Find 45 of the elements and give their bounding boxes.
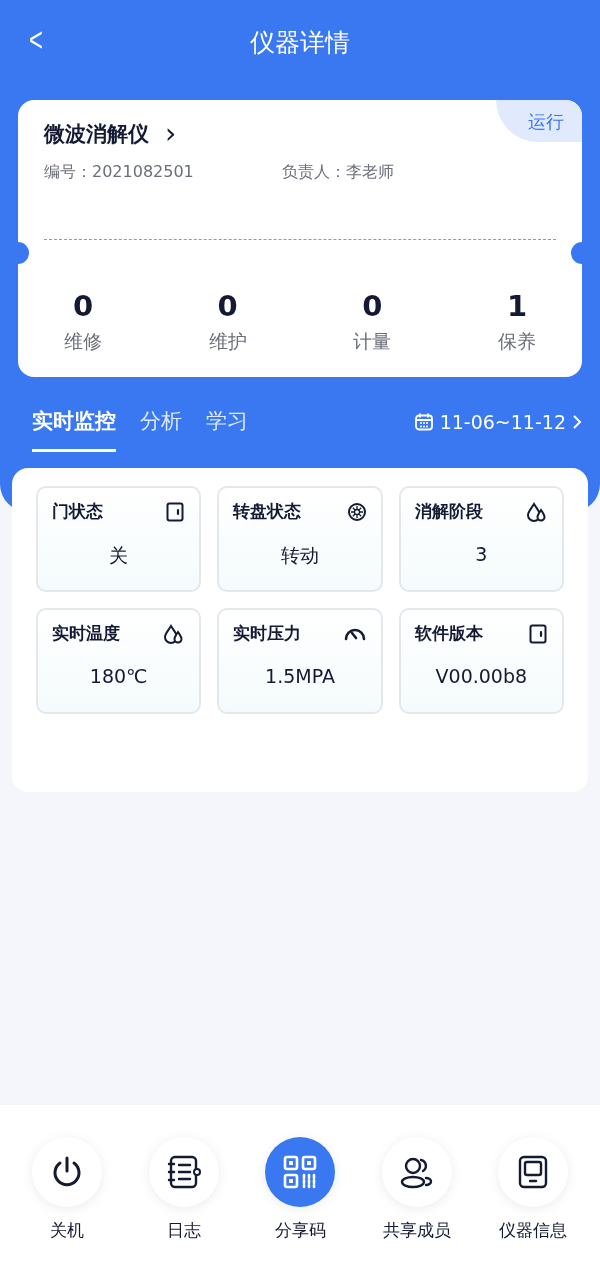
tab[interactable]: 分析 <box>140 407 182 452</box>
qr-code-icon <box>283 1155 317 1189</box>
monitor-value: 转动 <box>280 543 320 568</box>
device-name-link[interactable]: 微波消解仪 › <box>44 120 177 148</box>
monitor-title: 消解阶段 <box>414 500 483 523</box>
action-label: 关机 <box>50 1219 84 1242</box>
turntable-icon <box>346 501 367 522</box>
chevron-right-icon <box>572 413 582 430</box>
device-number: 编号：2021082501 <box>44 162 195 183</box>
stat-value: 0 <box>217 292 238 321</box>
monitor-value: 关 <box>108 543 130 568</box>
water-drops-icon <box>526 501 548 522</box>
tab[interactable]: 实时监控 <box>32 407 116 452</box>
monitor-value: V00.00b8 <box>434 665 529 687</box>
action-label: 日志 <box>166 1219 201 1242</box>
page-title: 仪器详情 <box>250 26 350 59</box>
status-tag: 运行 <box>496 100 582 142</box>
monitor-value: 180℃ <box>88 665 149 687</box>
monitor-title: 实时温度 <box>52 622 120 645</box>
monitor-value: 3 <box>474 543 489 565</box>
monitor-title: 转盘状态 <box>233 500 302 523</box>
back-button[interactable]: < <box>29 20 43 59</box>
device-icon <box>518 1155 548 1189</box>
stat-label: 维护 <box>208 329 247 354</box>
action-label: 共享成员 <box>382 1219 451 1242</box>
stat-label: 保养 <box>497 329 536 354</box>
calendar-icon <box>413 411 434 432</box>
stat-value: 1 <box>506 292 528 321</box>
monitor-value: 1.5MPA <box>264 665 336 687</box>
device-owner: 负责人：李老师 <box>282 162 394 183</box>
door-icon <box>165 501 186 522</box>
door-icon <box>528 623 548 644</box>
stat-label: 维修 <box>64 329 102 354</box>
action-label: 仪器信息 <box>499 1219 567 1242</box>
members-icon <box>398 1155 435 1189</box>
monitor-title: 门状态 <box>52 500 103 523</box>
tab[interactable]: 学习 <box>206 407 248 452</box>
monitor-title: 实时压力 <box>233 622 302 645</box>
action-label: 分享码 <box>274 1219 326 1242</box>
monitor-title: 软件版本 <box>414 622 483 645</box>
stat-value: 0 <box>72 292 94 321</box>
stat-value: 0 <box>362 292 383 321</box>
notebook-icon <box>165 1154 202 1190</box>
date-range-button[interactable]: 11-06~11-12 <box>413 410 582 449</box>
stat-label: 计量 <box>353 329 392 354</box>
